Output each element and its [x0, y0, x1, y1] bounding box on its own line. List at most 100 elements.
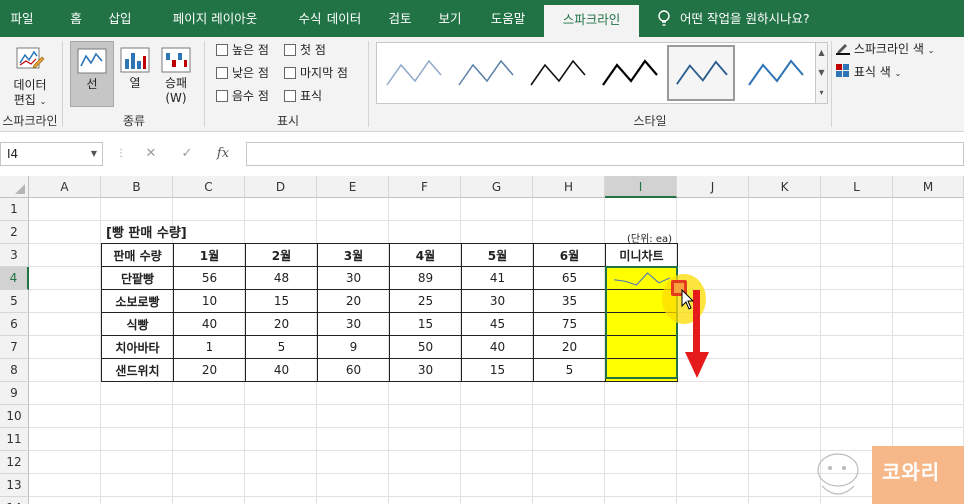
value-cell[interactable]: 15 — [461, 358, 534, 382]
row-header-9[interactable]: 9 — [0, 382, 29, 405]
row-header-4[interactable]: 4 — [0, 267, 29, 290]
column-header-b[interactable]: B — [101, 176, 173, 198]
row-header-12[interactable]: 12 — [0, 451, 29, 474]
select-all-corner[interactable] — [0, 176, 29, 198]
value-cell[interactable]: 89 — [389, 266, 462, 290]
table-header-cell[interactable]: 3월 — [317, 243, 390, 267]
gallery-more-icon[interactable]: ▾ — [816, 83, 827, 103]
tab-insert[interactable]: 삽입 — [100, 0, 140, 37]
value-cell[interactable]: 48 — [245, 266, 318, 290]
value-cell[interactable]: 5 — [533, 358, 606, 382]
value-cell[interactable]: 41 — [461, 266, 534, 290]
cancel-icon[interactable]: ✕ — [142, 144, 160, 164]
style-gallery-item[interactable] — [523, 45, 591, 101]
style-gallery-item[interactable] — [595, 45, 663, 101]
value-cell[interactable]: 20 — [533, 335, 606, 359]
sparkline-color-button[interactable]: 스파크라인 색 ⌄ — [836, 41, 934, 57]
tab-data[interactable]: 데이터 — [316, 0, 372, 37]
value-cell[interactable]: 30 — [461, 289, 534, 313]
column-header-k[interactable]: K — [749, 176, 821, 198]
high-point-checkbox[interactable]: 높은 점 — [216, 42, 269, 58]
last-point-checkbox[interactable]: 마지막 점 — [284, 65, 348, 81]
marker-color-button[interactable]: 표식 색 ⌄ — [836, 64, 901, 80]
value-cell[interactable]: 10 — [173, 289, 246, 313]
value-cell[interactable]: 30 — [389, 358, 462, 382]
value-cell[interactable]: 15 — [245, 289, 318, 313]
column-header-f[interactable]: F — [389, 176, 461, 198]
value-cell[interactable]: 25 — [389, 289, 462, 313]
type-column-button[interactable]: 열 — [116, 47, 154, 107]
value-cell[interactable]: 1 — [173, 335, 246, 359]
tab-review[interactable]: 검토 — [382, 0, 418, 37]
row-header-5[interactable]: 5 — [0, 290, 29, 313]
formula-input[interactable] — [246, 142, 964, 166]
value-cell[interactable]: 50 — [389, 335, 462, 359]
row-name-cell[interactable]: 소보로빵 — [101, 289, 174, 313]
row-header-2[interactable]: 2 — [0, 221, 29, 244]
value-cell[interactable]: 40 — [245, 358, 318, 382]
chevron-down-icon[interactable]: ▼ — [91, 143, 97, 165]
row-name-cell[interactable]: 식빵 — [101, 312, 174, 336]
row-name-cell[interactable]: 샌드위치 — [101, 358, 174, 382]
tab-page-layout[interactable]: 페이지 레이아웃 — [151, 0, 279, 37]
column-header-d[interactable]: D — [245, 176, 317, 198]
value-cell[interactable]: 9 — [317, 335, 390, 359]
row-header-8[interactable]: 8 — [0, 359, 29, 382]
value-cell[interactable]: 20 — [245, 312, 318, 336]
table-header-cell[interactable]: 6월 — [533, 243, 606, 267]
column-header-i[interactable]: I — [605, 176, 677, 198]
column-header-c[interactable]: C — [173, 176, 245, 198]
column-header-e[interactable]: E — [317, 176, 389, 198]
name-box[interactable]: I4 ▼ — [0, 142, 103, 166]
enter-icon[interactable]: ✓ — [178, 144, 196, 164]
table-header-cell[interactable]: 1월 — [173, 243, 246, 267]
fx-icon[interactable]: fx — [214, 144, 232, 164]
tab-view[interactable]: 보기 — [428, 0, 472, 37]
table-header-cell[interactable]: 5월 — [461, 243, 534, 267]
value-cell[interactable]: 45 — [461, 312, 534, 336]
tab-help[interactable]: 도움말 — [480, 0, 536, 37]
tab-sparkline[interactable]: 스파크라인 — [544, 5, 639, 37]
value-cell[interactable]: 15 — [389, 312, 462, 336]
tell-me-search[interactable]: 어떤 작업을 원하시나요? — [680, 0, 830, 37]
value-cell[interactable]: 20 — [173, 358, 246, 382]
table-header-cell[interactable]: 미니차트 — [605, 243, 678, 267]
negative-points-checkbox[interactable]: 음수 점 — [216, 88, 269, 104]
row-header-13[interactable]: 13 — [0, 474, 29, 497]
style-gallery-item[interactable] — [451, 45, 519, 101]
value-cell[interactable]: 75 — [533, 312, 606, 336]
table-header-cell[interactable]: 2월 — [245, 243, 318, 267]
type-winloss-button[interactable]: 승패 (W) — [156, 47, 196, 113]
markers-checkbox[interactable]: 표식 — [284, 88, 322, 104]
row-header-14[interactable]: 14 — [0, 497, 29, 504]
style-gallery-item[interactable] — [379, 45, 447, 101]
value-cell[interactable]: 5 — [245, 335, 318, 359]
gallery-scrollbar[interactable]: ▲ ▼ ▾ — [815, 43, 827, 103]
value-cell[interactable]: 35 — [533, 289, 606, 313]
tab-file[interactable]: 파일 — [0, 0, 44, 37]
column-header-g[interactable]: G — [461, 176, 533, 198]
value-cell[interactable]: 20 — [317, 289, 390, 313]
style-gallery-item[interactable] — [741, 45, 809, 101]
row-name-cell[interactable]: 단팥빵 — [101, 266, 174, 290]
value-cell[interactable]: 40 — [173, 312, 246, 336]
first-point-checkbox[interactable]: 첫 점 — [284, 42, 326, 58]
low-point-checkbox[interactable]: 낮은 점 — [216, 65, 269, 81]
value-cell[interactable]: 60 — [317, 358, 390, 382]
row-header-3[interactable]: 3 — [0, 244, 29, 267]
row-header-10[interactable]: 10 — [0, 405, 29, 428]
value-cell[interactable]: 30 — [317, 312, 390, 336]
value-cell[interactable]: 56 — [173, 266, 246, 290]
gallery-up-icon[interactable]: ▲ — [816, 43, 827, 63]
edit-data-button[interactable]: 데이터 편집 ⌄ — [2, 43, 58, 109]
row-header-7[interactable]: 7 — [0, 336, 29, 359]
row-name-cell[interactable]: 치아바타 — [101, 335, 174, 359]
style-gallery-item-selected[interactable] — [667, 45, 735, 101]
value-cell[interactable]: 30 — [317, 266, 390, 290]
column-header-j[interactable]: J — [677, 176, 749, 198]
column-header-l[interactable]: L — [821, 176, 893, 198]
gallery-down-icon[interactable]: ▼ — [816, 63, 827, 83]
value-cell[interactable]: 65 — [533, 266, 606, 290]
table-header-cell[interactable]: 판매 수량 — [101, 243, 174, 267]
value-cell[interactable]: 40 — [461, 335, 534, 359]
